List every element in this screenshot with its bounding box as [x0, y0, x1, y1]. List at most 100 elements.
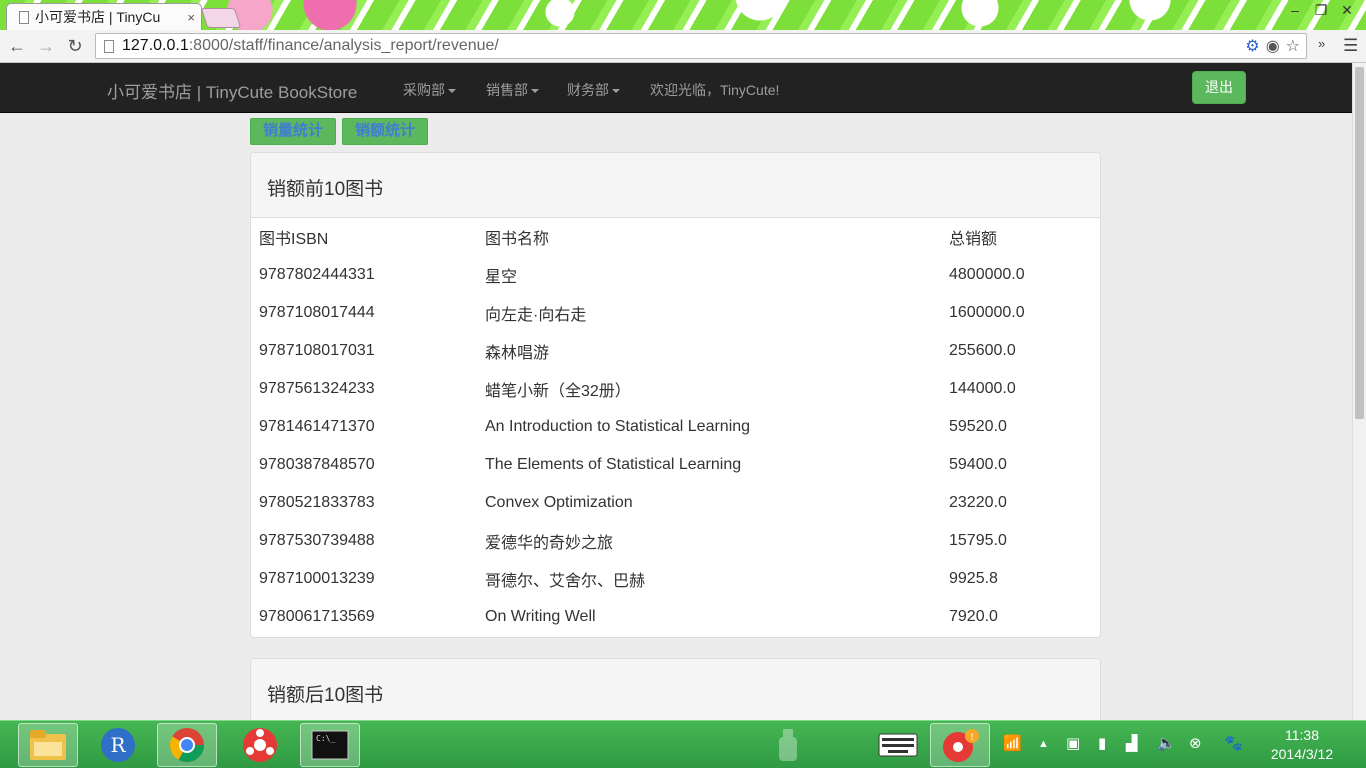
nav-purchase-dropdown[interactable]: 采购部: [403, 80, 456, 100]
browser-toolbar: ← → ↻ 127.0.0.1:8000/staff/finance/analy…: [0, 30, 1366, 63]
window-controls: ‒ ❐ ✕: [1282, 0, 1360, 20]
caret-down-icon: [612, 89, 620, 94]
revenue-cell: 23220.0: [949, 494, 1007, 511]
nav-label: 财务部: [567, 82, 609, 98]
title-cell: 向左走·向右走: [485, 307, 587, 324]
title-cell: An Introduction to Statistical Learning: [485, 418, 751, 435]
nav-sales-dropdown[interactable]: 销售部: [486, 80, 539, 100]
table-row: 9787530739488 爱德华的奇妙之旅 15795.0: [251, 522, 1100, 560]
table-row: 9780387848570 The Elements of Statistical…: [251, 446, 1100, 484]
table-row: 9787108017031 森林唱游 255600.0: [251, 332, 1100, 370]
isbn-cell: 9787108017444: [259, 304, 375, 321]
maximize-button[interactable]: ❐: [1308, 0, 1334, 20]
reload-icon[interactable]: ↻: [64, 35, 86, 57]
table-row: 9787108017444 向左走·向右走 1600000.0: [251, 294, 1100, 332]
panel-title: 销额后10图书: [251, 659, 1100, 724]
revenue-cell: 15795.0: [949, 532, 1007, 549]
caret-down-icon: [531, 89, 539, 94]
page-scrollbar[interactable]: [1352, 63, 1366, 720]
back-icon[interactable]: ←: [6, 35, 28, 57]
brand-link[interactable]: 小可爱书店 | TinyCute BookStore: [107, 78, 357, 103]
isbn-cell: 9781461471370: [259, 418, 375, 435]
revenue-cell: 59520.0: [949, 418, 1007, 435]
battery-icon[interactable]: ▮: [1098, 734, 1106, 752]
top10-panel: 销额前10图书 图书ISBN 图书名称 总销额 9787802444331 星空 4…: [250, 152, 1101, 638]
close-window-button[interactable]: ✕: [1334, 0, 1360, 20]
table-row: 9781461471370 An Introduction to Statisti…: [251, 408, 1100, 446]
new-tab-button[interactable]: [200, 8, 242, 28]
column-header: 图书名称: [485, 231, 550, 248]
svg-text:R: R: [110, 733, 126, 757]
clock-date: 2014/3/12: [1270, 746, 1334, 762]
page-icon: [19, 10, 29, 24]
url-path: :8000/staff/finance/analysis_report/reve…: [188, 37, 499, 54]
revenue-cell: 9925.8: [949, 570, 998, 587]
clock[interactable]: 11:38 2014/3/12: [1262, 726, 1342, 764]
wifi-icon[interactable]: 📶: [1003, 734, 1022, 752]
volume-icon[interactable]: 🔈: [1157, 734, 1176, 752]
nav-finance-dropdown[interactable]: 财务部: [567, 80, 620, 100]
title-cell: Convex Optimization: [485, 494, 633, 511]
windows-taskbar: R C:\_ ! 📶 ▲ ▣ ▮ ▟ 🔈 ⊗ 🐾 11:38 2014/3/12: [0, 720, 1366, 768]
page-icon: [104, 39, 114, 53]
sales-volume-button[interactable]: 销量统计: [250, 118, 336, 145]
bookmark-star-icon[interactable]: ☆: [1286, 36, 1300, 56]
svg-text:C:\_: C:\_: [316, 734, 335, 743]
minimize-button[interactable]: ‒: [1282, 0, 1308, 20]
clock-time: 11:38: [1285, 727, 1319, 743]
title-cell: 星空: [485, 269, 518, 286]
notification-app-icon[interactable]: !: [930, 723, 990, 767]
isbn-cell: 9787100013239: [259, 570, 375, 587]
address-bar[interactable]: 127.0.0.1:8000/staff/finance/analysis_re…: [95, 33, 1307, 59]
signal-icon[interactable]: ▟: [1126, 734, 1138, 752]
browser-titlebar: 小可爱书店 | TinyCu × ‒ ❐ ✕: [0, 0, 1366, 30]
caret-down-icon: [448, 89, 456, 94]
bottom10-panel: 销额后10图书: [250, 658, 1101, 728]
revenue-cell: 4800000.0: [949, 266, 1025, 283]
extension-icon[interactable]: ⚙: [1245, 36, 1259, 56]
status-icon[interactable]: ⊗: [1189, 734, 1202, 752]
top10-table: 图书ISBN 图书名称 总销额 9787802444331 星空 4800000.0…: [251, 218, 1100, 636]
url-host: 127.0.0.1: [122, 37, 189, 54]
table-row: 9787802444331 星空 4800000.0: [251, 256, 1100, 294]
extensions-overflow-icon[interactable]: »: [1318, 36, 1325, 51]
revenue-cell: 1600000.0: [949, 304, 1025, 321]
extension-icon[interactable]: ◉: [1266, 36, 1280, 56]
isbn-cell: 9780061713569: [259, 608, 375, 625]
app-icon[interactable]: [230, 723, 290, 767]
usb-icon[interactable]: [758, 723, 818, 767]
svg-text:!: !: [970, 732, 974, 743]
title-cell: The Elements of Statistical Learning: [485, 456, 742, 473]
site-navbar: 小可爱书店 | TinyCute BookStore 采购部 销售部 财务部 欢…: [0, 63, 1352, 113]
table-row: 9780061713569 On Writing Well 7920.0: [251, 598, 1100, 636]
tab-close-icon[interactable]: ×: [187, 10, 195, 25]
table-row: 9787100013239 哥德尔、艾舍尔、巴赫 9925.8: [251, 560, 1100, 598]
title-cell: On Writing Well: [485, 608, 596, 625]
revenue-cell: 7920.0: [949, 608, 998, 625]
scrollbar-thumb[interactable]: [1355, 67, 1364, 419]
isbn-cell: 9787561324233: [259, 380, 375, 397]
revenue-cell: 59400.0: [949, 456, 1007, 473]
title-cell: 爱德华的奇妙之旅: [485, 535, 614, 552]
isbn-cell: 9780387848570: [259, 456, 375, 473]
sales-revenue-button[interactable]: 销额统计: [342, 118, 428, 145]
file-explorer-icon[interactable]: [18, 723, 78, 767]
menu-icon[interactable]: ☰: [1343, 36, 1358, 56]
isbn-cell: 9787530739488: [259, 532, 375, 549]
forward-icon[interactable]: →: [35, 35, 57, 57]
table-row: 9780521833783 Convex Optimization 23220.0: [251, 484, 1100, 522]
isbn-cell: 9787802444331: [259, 266, 375, 283]
tray-app-icon[interactable]: ▣: [1066, 734, 1080, 752]
keyboard-icon[interactable]: [868, 723, 928, 767]
logout-button[interactable]: 退出: [1192, 71, 1246, 104]
terminal-icon[interactable]: C:\_: [300, 723, 360, 767]
nav-label: 采购部: [403, 82, 445, 98]
browser-tab[interactable]: 小可爱书店 | TinyCu ×: [6, 3, 202, 30]
url-text[interactable]: 127.0.0.1:8000/staff/finance/analysis_re…: [122, 37, 499, 55]
r-app-icon[interactable]: R: [88, 723, 148, 767]
chrome-icon[interactable]: [157, 723, 217, 767]
tray-expand-icon[interactable]: ▲: [1038, 738, 1049, 750]
ime-icon[interactable]: 🐾: [1224, 734, 1243, 752]
column-header: 图书ISBN: [259, 231, 329, 248]
table-row: 9787561324233 蜡笔小新（全32册） 144000.0: [251, 370, 1100, 408]
